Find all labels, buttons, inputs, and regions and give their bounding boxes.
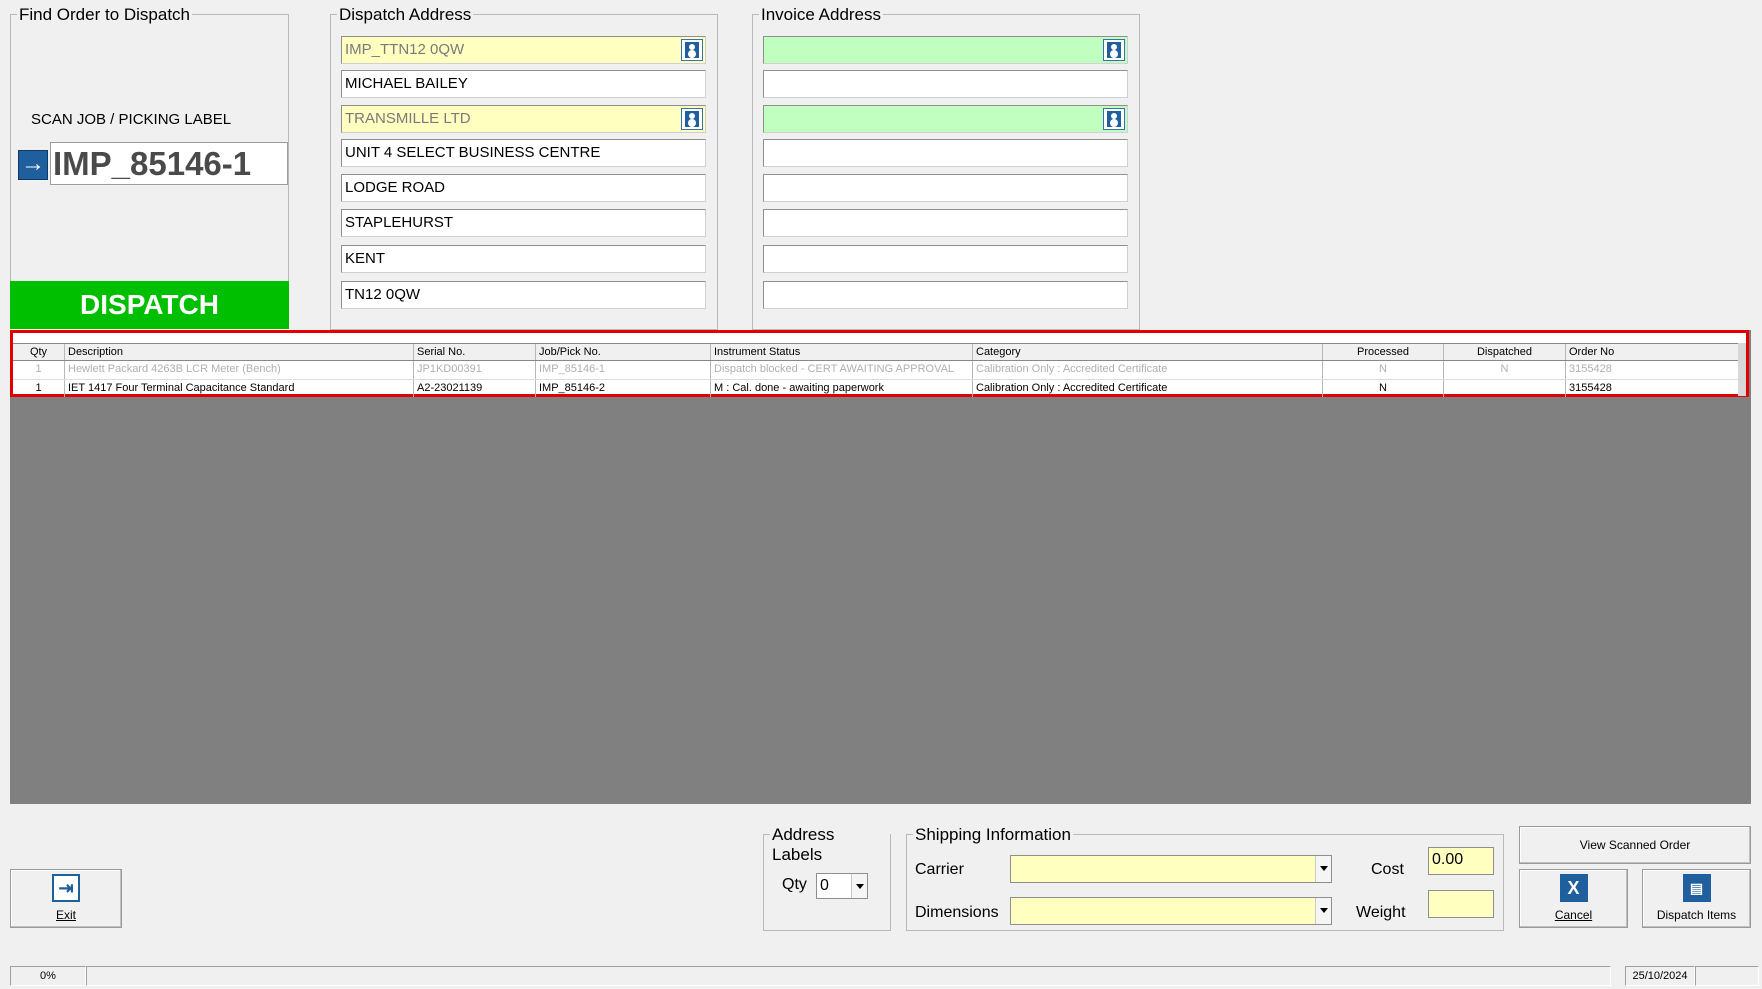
column-header-serial[interactable]: Serial No.: [414, 344, 536, 360]
dispatch-postcode-field[interactable]: TN12 0QW: [341, 281, 706, 309]
cell-processed: N: [1323, 361, 1444, 379]
cell-category: Calibration Only : Accredited Certificat…: [973, 380, 1323, 397]
carrier-label: Carrier: [915, 861, 964, 878]
column-header-status[interactable]: Instrument Status: [711, 344, 973, 360]
cell-processed: N: [1323, 380, 1444, 397]
labels-qty-value: 0: [820, 877, 829, 894]
column-header-order[interactable]: Order No: [1566, 344, 1740, 360]
cell-qty: 1: [13, 380, 65, 397]
column-header-qty[interactable]: Qty: [13, 344, 65, 360]
contact-card-icon[interactable]: [1103, 39, 1125, 61]
items-grid-background: [10, 330, 1751, 804]
cell-status: M : Cal. done - awaiting paperwork: [711, 380, 973, 397]
dispatch-county-field[interactable]: KENT: [341, 245, 706, 273]
dispatch-company-value: TRANSMILLE LTD: [345, 110, 471, 127]
cell-serial: JP1KD00391: [414, 361, 536, 379]
status-extra: [1695, 966, 1759, 986]
items-grid[interactable]: Qty Description Serial No. Job/Pick No. …: [10, 330, 1749, 397]
address-labels-panel: Address Labels Qty 0: [763, 825, 891, 931]
status-message: [86, 966, 1611, 986]
invoice-address-line2-field[interactable]: [763, 174, 1128, 202]
view-scanned-order-button[interactable]: View Scanned Order: [1519, 826, 1751, 864]
cancel-button-label: Cancel: [1554, 908, 1593, 922]
scan-label: SCAN JOB / PICKING LABEL: [31, 111, 232, 128]
exit-button-label: Exit: [55, 908, 76, 922]
contact-card-icon[interactable]: [1103, 108, 1125, 130]
exit-door-icon: ⇥: [52, 874, 80, 902]
weight-label: Weight: [1356, 904, 1406, 921]
cell-job: IMP_85146-1: [536, 361, 711, 379]
invoice-county-field[interactable]: [763, 245, 1128, 273]
dispatch-items-button-label: Dispatch Items: [1656, 908, 1737, 922]
weight-input[interactable]: [1428, 890, 1494, 918]
dimensions-select[interactable]: [1010, 897, 1332, 925]
carrier-select[interactable]: [1010, 855, 1332, 883]
scan-input[interactable]: IMP_85146-1: [50, 142, 288, 185]
contact-card-icon[interactable]: [681, 108, 703, 130]
dispatch-address-code-value: IMP_TTN12 0QW: [345, 41, 465, 58]
cost-input[interactable]: 0.00: [1428, 847, 1494, 875]
dispatch-icon: ▤: [1682, 874, 1711, 902]
column-header-processed[interactable]: Processed: [1323, 344, 1444, 360]
invoice-postcode-field[interactable]: [763, 281, 1128, 309]
invoice-contact-field[interactable]: [763, 70, 1128, 98]
table-row[interactable]: 1 IET 1417 Four Terminal Capacitance Sta…: [13, 379, 1740, 397]
status-date: 25/10/2024: [1625, 966, 1695, 986]
dispatch-address-panel: Dispatch Address IMP_TTN12 0QW MICHAEL B…: [330, 5, 718, 330]
column-header-category[interactable]: Category: [973, 344, 1323, 360]
dispatch-address-title: Dispatch Address: [337, 5, 474, 25]
dispatch-items-button[interactable]: ▤ Dispatch Items: [1642, 869, 1751, 928]
status-progress: 0%: [10, 966, 86, 986]
chevron-down-icon[interactable]: [1315, 856, 1331, 882]
cell-order: 3155428: [1569, 363, 1612, 375]
cell-dispatched: [1444, 380, 1566, 397]
cell-order: 3155428: [1569, 382, 1612, 394]
invoice-company-field[interactable]: [763, 105, 1128, 133]
cell-description: IET 1417 Four Terminal Capacitance Stand…: [65, 380, 414, 397]
status-bar: 0% 25/10/2024: [10, 966, 1759, 986]
chevron-down-icon[interactable]: [1315, 898, 1331, 924]
column-header-description[interactable]: Description: [65, 344, 414, 360]
find-order-title: Find Order to Dispatch: [17, 5, 193, 25]
invoice-address-title: Invoice Address: [759, 5, 884, 25]
cancel-x-icon: X: [1559, 874, 1588, 902]
column-header-job[interactable]: Job/Pick No.: [536, 344, 711, 360]
find-order-panel: Find Order to Dispatch SCAN JOB / PICKIN…: [10, 5, 289, 329]
cell-qty: 1: [13, 361, 65, 379]
cell-category: Calibration Only : Accredited Certificat…: [973, 361, 1323, 379]
dispatch-contact-field[interactable]: MICHAEL BAILEY: [341, 70, 706, 98]
grid-scrollbar[interactable]: [1738, 343, 1746, 396]
invoice-address-code-field[interactable]: [763, 36, 1128, 64]
address-labels-title: Address Labels: [770, 825, 890, 865]
invoice-address-line1-field[interactable]: [763, 139, 1128, 167]
cell-dispatched: N: [1444, 361, 1566, 379]
dispatch-address-line2-field[interactable]: LODGE ROAD: [341, 174, 706, 202]
cell-description: Hewlett Packard 4263B LCR Meter (Bench): [65, 361, 414, 379]
contact-card-icon[interactable]: [681, 39, 703, 61]
dispatch-company-field[interactable]: TRANSMILLE LTD: [341, 105, 706, 133]
dispatch-button[interactable]: DISPATCH: [10, 281, 289, 329]
dispatch-address-line1-field[interactable]: UNIT 4 SELECT BUSINESS CENTRE: [341, 139, 706, 167]
invoice-town-field[interactable]: [763, 209, 1128, 237]
cell-status: Dispatch blocked - CERT AWAITING APPROVA…: [711, 361, 973, 379]
invoice-address-panel: Invoice Address: [752, 5, 1140, 330]
shipping-title: Shipping Information: [913, 825, 1073, 845]
grid-header-row: Qty Description Serial No. Job/Pick No. …: [13, 343, 1740, 361]
arrow-right-icon[interactable]: →: [18, 150, 48, 180]
chevron-down-icon[interactable]: [851, 874, 867, 898]
cost-label: Cost: [1371, 861, 1404, 878]
cell-job: IMP_85146-2: [536, 380, 711, 397]
labels-qty-select[interactable]: 0: [816, 873, 868, 899]
column-header-dispatched[interactable]: Dispatched: [1444, 344, 1566, 360]
shipping-panel: Shipping Information Carrier Dimensions …: [906, 825, 1504, 931]
exit-button[interactable]: ⇥ Exit: [10, 869, 122, 928]
dispatch-town-field[interactable]: STAPLEHURST: [341, 209, 706, 237]
cancel-button[interactable]: X Cancel: [1519, 869, 1628, 928]
dimensions-label: Dimensions: [915, 904, 999, 921]
table-row[interactable]: 1 Hewlett Packard 4263B LCR Meter (Bench…: [13, 361, 1740, 379]
cell-serial: A2-23021139: [414, 380, 536, 397]
labels-qty-label: Qty: [782, 876, 807, 893]
dispatch-address-code-field[interactable]: IMP_TTN12 0QW: [341, 36, 706, 64]
